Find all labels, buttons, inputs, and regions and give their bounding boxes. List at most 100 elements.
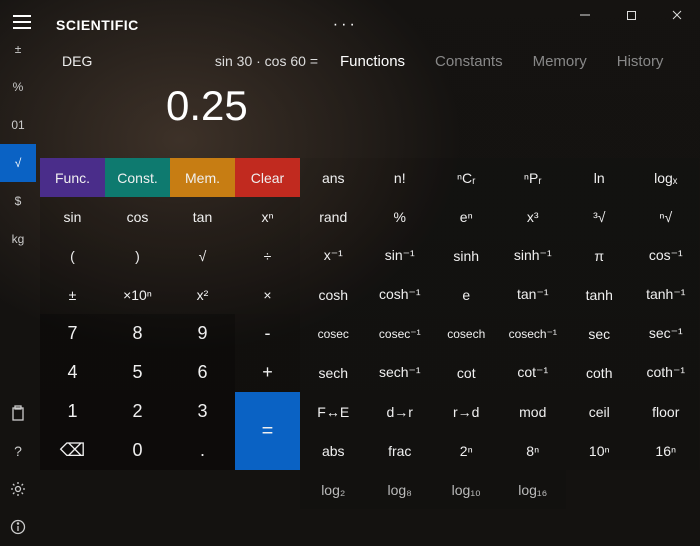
rail-sqrt[interactable]: √ — [0, 144, 36, 182]
asinh-button[interactable]: sinh⁻¹ — [500, 236, 567, 275]
panel-func-button[interactable]: Func. — [40, 158, 105, 197]
multiply-button[interactable]: × — [235, 275, 300, 314]
digit-6[interactable]: 6 — [170, 353, 235, 392]
npr-button[interactable]: ⁿPᵣ — [500, 158, 567, 197]
plus-button[interactable]: + — [235, 353, 300, 392]
pi-button[interactable]: π — [566, 236, 633, 275]
frac-button[interactable]: frac — [367, 431, 434, 470]
info-icon[interactable] — [0, 508, 36, 546]
divide-button[interactable]: ÷ — [235, 236, 300, 275]
more-button[interactable]: ··· — [327, 16, 364, 34]
acot-button[interactable]: cot⁻¹ — [500, 353, 567, 392]
panel-const-button[interactable]: Const. — [105, 158, 170, 197]
asin-button[interactable]: sin⁻¹ — [367, 236, 434, 275]
digit-9[interactable]: 9 — [170, 314, 235, 353]
asec-button[interactable]: sec⁻¹ — [633, 314, 700, 353]
e-button[interactable]: e — [433, 275, 500, 314]
sin-button[interactable]: sin — [40, 197, 105, 236]
sinh-button[interactable]: sinh — [433, 236, 500, 275]
ans-button[interactable]: ans — [300, 158, 367, 197]
rail-percent[interactable]: % — [0, 68, 36, 106]
decimal-button[interactable]: . — [170, 431, 235, 470]
tab-constants[interactable]: Constants — [435, 53, 503, 70]
coth-button[interactable]: coth — [566, 353, 633, 392]
tanh-button[interactable]: tanh — [566, 275, 633, 314]
pow8n-button[interactable]: 8ⁿ — [500, 431, 567, 470]
panel-mem-button[interactable]: Mem. — [170, 158, 235, 197]
clear-button[interactable]: Clear — [235, 158, 300, 197]
x2-button[interactable]: x² — [170, 275, 235, 314]
log16-button[interactable]: log₁₆ — [500, 470, 567, 509]
tab-functions[interactable]: Functions — [340, 53, 405, 70]
ncr-button[interactable]: ⁿCᵣ — [433, 158, 500, 197]
digit-8[interactable]: 8 — [105, 314, 170, 353]
cosh-button[interactable]: cosh — [300, 275, 367, 314]
settings-icon[interactable] — [0, 470, 36, 508]
xn-button[interactable]: xⁿ — [235, 197, 300, 236]
digit-5[interactable]: 5 — [105, 353, 170, 392]
digit-1[interactable]: 1 — [40, 392, 105, 431]
angle-mode[interactable]: DEG — [56, 53, 146, 69]
help-icon[interactable]: ? — [0, 432, 36, 470]
asech-button[interactable]: sech⁻¹ — [367, 353, 434, 392]
factorial-button[interactable]: n! — [367, 158, 434, 197]
pow10n-button[interactable]: 10ⁿ — [566, 431, 633, 470]
clipboard-icon[interactable] — [0, 394, 36, 432]
minimize-button[interactable] — [562, 0, 608, 30]
xinv-button[interactable]: x⁻¹ — [300, 236, 367, 275]
en-button[interactable]: eⁿ — [433, 197, 500, 236]
rail-binary[interactable]: 01 — [0, 106, 36, 144]
abs-button[interactable]: abs — [300, 431, 367, 470]
dtor-button[interactable]: d→r — [367, 392, 434, 431]
maximize-button[interactable] — [608, 0, 654, 30]
digit-3[interactable]: 3 — [170, 392, 235, 431]
tan-button[interactable]: tan — [170, 197, 235, 236]
plusminus-button[interactable]: ± — [40, 275, 105, 314]
rand-button[interactable]: rand — [300, 197, 367, 236]
acos-button[interactable]: cos⁻¹ — [633, 236, 700, 275]
ceil-button[interactable]: ceil — [566, 392, 633, 431]
fe-button[interactable]: F↔E — [300, 392, 367, 431]
logx-button[interactable]: logₓ — [633, 158, 700, 197]
acosec-button[interactable]: cosec⁻¹ — [367, 314, 434, 353]
pow16n-button[interactable]: 16ⁿ — [633, 431, 700, 470]
x10n-button[interactable]: ×10ⁿ — [105, 275, 170, 314]
acoth-button[interactable]: coth⁻¹ — [633, 353, 700, 392]
close-button[interactable] — [654, 0, 700, 30]
digit-0[interactable]: 0 — [105, 431, 170, 470]
tab-memory[interactable]: Memory — [533, 53, 587, 70]
rtod-button[interactable]: r→d — [433, 392, 500, 431]
cosech-button[interactable]: cosech — [433, 314, 500, 353]
log2-button[interactable]: log₂ — [300, 470, 367, 509]
rail-units[interactable]: kg — [0, 220, 36, 258]
acosh-button[interactable]: cosh⁻¹ — [367, 275, 434, 314]
log8-button[interactable]: log₈ — [367, 470, 434, 509]
x3-button[interactable]: x³ — [500, 197, 567, 236]
cbrt-button[interactable]: ³√ — [566, 197, 633, 236]
cot-button[interactable]: cot — [433, 353, 500, 392]
equals-button[interactable]: = — [235, 392, 300, 470]
atanh-button[interactable]: tanh⁻¹ — [633, 275, 700, 314]
digit-7[interactable]: 7 — [40, 314, 105, 353]
tab-history[interactable]: History — [617, 53, 664, 70]
log10-button[interactable]: log₁₀ — [433, 470, 500, 509]
mod-button[interactable]: mod — [500, 392, 567, 431]
floor-button[interactable]: floor — [633, 392, 700, 431]
digit-2[interactable]: 2 — [105, 392, 170, 431]
nroot-button[interactable]: ⁿ√ — [633, 197, 700, 236]
percent-button[interactable]: % — [367, 197, 434, 236]
cosec-button[interactable]: cosec — [300, 314, 367, 353]
backspace-button[interactable]: ⌫ — [40, 431, 105, 470]
sech-button[interactable]: sech — [300, 353, 367, 392]
ln-button[interactable]: ln — [566, 158, 633, 197]
lparen-button[interactable]: ( — [40, 236, 105, 275]
rail-plusminus[interactable]: ± — [0, 30, 36, 68]
sqrt-button[interactable]: √ — [170, 236, 235, 275]
acosech-button[interactable]: cosech⁻¹ — [500, 314, 567, 353]
sec-button[interactable]: sec — [566, 314, 633, 353]
rparen-button[interactable]: ) — [105, 236, 170, 275]
rail-currency[interactable]: $ — [0, 182, 36, 220]
atan-button[interactable]: tan⁻¹ — [500, 275, 567, 314]
cos-button[interactable]: cos — [105, 197, 170, 236]
minus-button[interactable]: - — [235, 314, 300, 353]
